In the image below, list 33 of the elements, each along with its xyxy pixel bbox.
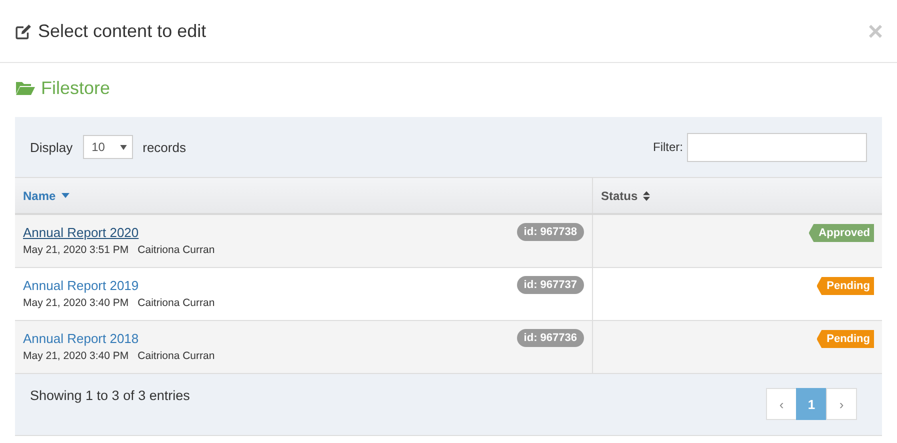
- file-link[interactable]: Annual Report 2019: [23, 278, 139, 292]
- records-label: records: [142, 140, 186, 154]
- display-label: Display: [30, 140, 73, 154]
- status-tag: Pending: [816, 330, 874, 348]
- entries-info: Showing 1 to 3 of 3 entries: [30, 388, 190, 403]
- section-title: Filestore: [41, 78, 110, 98]
- file-link[interactable]: Annual Report 2020: [23, 224, 139, 240]
- filter-label: Filter:: [653, 140, 683, 154]
- author-text: Caitriona Curran: [138, 350, 215, 362]
- dialog-title: Select content to edit: [38, 20, 208, 42]
- id-badge: id: 967736: [516, 329, 584, 347]
- sort-icon: [642, 190, 650, 200]
- date-text: May 21, 2020 3:40 PM: [23, 297, 129, 309]
- caret-icon: [120, 144, 127, 150]
- page-size-select[interactable]: 10: [82, 135, 133, 159]
- folder-icon: [15, 80, 35, 96]
- edit-icon: [15, 22, 32, 40]
- sort-desc-icon: [60, 193, 70, 198]
- column-header[interactable]: Name: [15, 178, 593, 213]
- date-text: May 21, 2020 3:51 PM: [23, 244, 129, 256]
- previous-page-button[interactable]: ‹: [766, 388, 797, 420]
- id-badge: id: 967738: [516, 223, 584, 241]
- author-text: Caitriona Curran: [138, 244, 215, 256]
- author-text: Caitriona Curran: [138, 297, 215, 309]
- file-link[interactable]: Annual Report 2018: [23, 330, 139, 346]
- page-button[interactable]: 1: [796, 388, 827, 420]
- next-page-button[interactable]: ›: [826, 388, 857, 420]
- column-header[interactable]: Status: [593, 178, 658, 213]
- filter-field[interactable]: [687, 132, 867, 162]
- status-tag: Approved: [808, 224, 874, 242]
- id-badge: id: 967737: [516, 276, 584, 294]
- date-text: May 21, 2020 3:40 PM: [23, 350, 129, 362]
- status-tag: Pending: [816, 277, 874, 295]
